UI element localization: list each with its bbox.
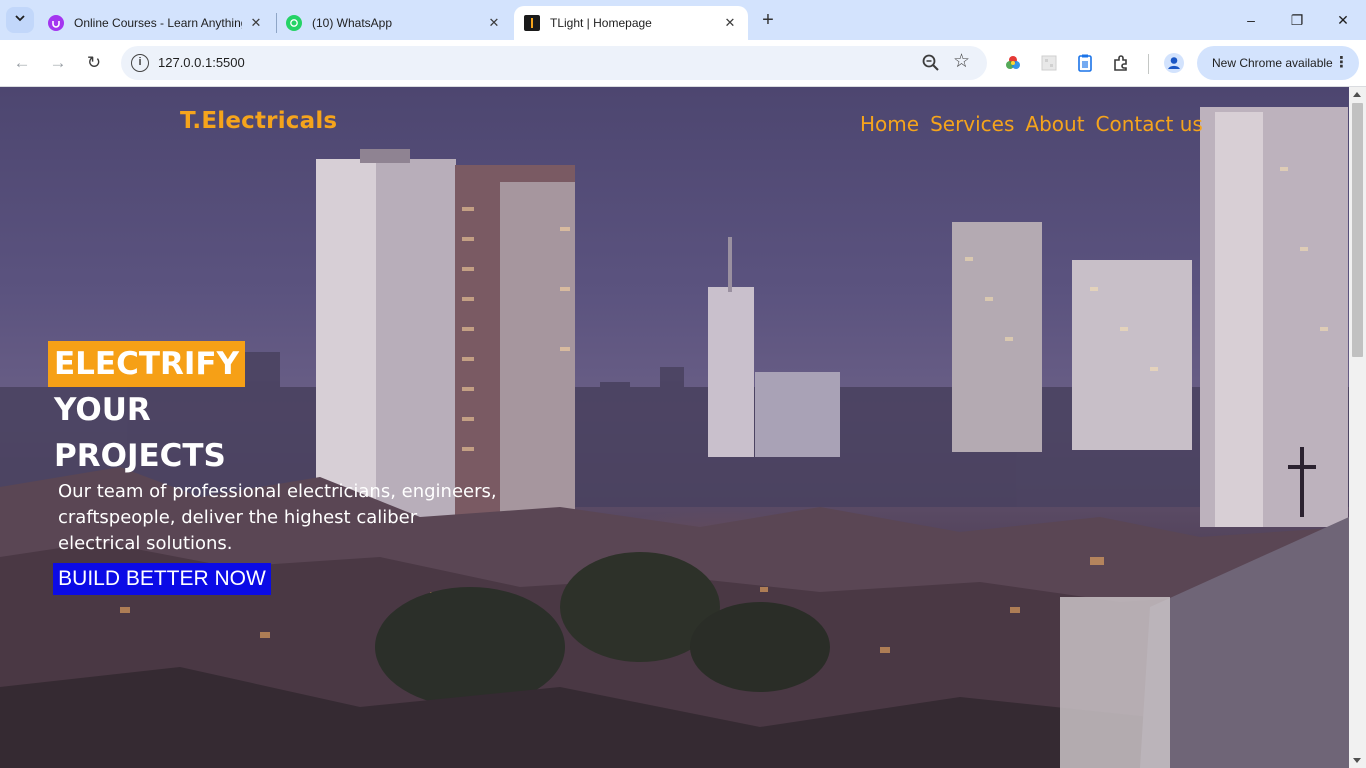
hero-heading-line-3: PROJECTS [54, 438, 226, 474]
main-nav: Home Services About Contact us [860, 112, 1203, 136]
page-scrollbar[interactable] [1349, 87, 1366, 768]
update-label: New Chrome available [1212, 56, 1333, 70]
back-button[interactable]: ← [8, 49, 36, 77]
tab-tlight-homepage[interactable]: TLight | Homepage ✕ [514, 6, 748, 40]
tab-online-courses[interactable]: Online Courses - Learn Anything ✕ [38, 6, 274, 40]
clipboard-extension-icon[interactable] [1074, 52, 1096, 74]
reload-button[interactable]: ↻ [80, 49, 108, 77]
hero-heading-line-2: YOUR [54, 392, 151, 428]
tab-title: Online Courses - Learn Anything [74, 16, 242, 30]
tab-title: TLight | Homepage [550, 16, 652, 30]
site-icon [524, 15, 540, 31]
browser-toolbar: ← → ↻ i 127.0.0.1:5500 ☆ New Chrome avai… [0, 40, 1366, 87]
city-skyline-background [0, 107, 1349, 768]
chrome-update-button[interactable]: New Chrome available ⋮ [1197, 46, 1359, 80]
scroll-up-arrow-icon[interactable] [1353, 92, 1361, 97]
nav-link-about[interactable]: About [1025, 112, 1084, 136]
udemy-icon [48, 15, 64, 31]
minimize-button[interactable]: – [1228, 0, 1274, 40]
scrollbar-thumb[interactable] [1352, 103, 1363, 357]
hero-description: Our team of professional electricians, e… [58, 481, 497, 554]
chevron-down-icon [14, 11, 26, 29]
restore-button[interactable]: ❐ [1274, 0, 1320, 40]
nav-link-home[interactable]: Home [860, 112, 919, 136]
build-better-now-button[interactable]: BUILD BETTER NOW [53, 563, 271, 595]
grid-extension-icon[interactable] [1038, 52, 1060, 74]
new-tab-button[interactable]: + [756, 8, 780, 32]
hero-heading-line-1: ELECTRIFY [48, 341, 246, 387]
nav-link-services[interactable]: Services [930, 112, 1014, 136]
tab-title: (10) WhatsApp [312, 16, 393, 30]
url-text[interactable]: 127.0.0.1:5500 [158, 55, 245, 70]
forward-button[interactable]: → [44, 49, 72, 77]
color-extension-icon[interactable] [1002, 52, 1024, 74]
extensions-puzzle-icon[interactable] [1110, 52, 1132, 74]
close-tab-icon[interactable]: ✕ [486, 15, 502, 31]
address-bar[interactable]: i 127.0.0.1:5500 ☆ [121, 46, 987, 80]
toolbar-divider [1148, 54, 1149, 74]
close-window-button[interactable]: ✕ [1320, 0, 1366, 40]
scroll-down-arrow-icon[interactable] [1353, 758, 1361, 763]
nav-link-contact[interactable]: Contact us [1096, 112, 1203, 136]
tab-search-button[interactable] [6, 7, 34, 33]
zoom-icon[interactable] [920, 52, 942, 74]
tab-strip: Online Courses - Learn Anything ✕ (10) W… [0, 0, 1366, 40]
menu-dots-icon[interactable]: ⋮ [1334, 53, 1349, 71]
tab-whatsapp[interactable]: (10) WhatsApp ✕ [276, 6, 512, 40]
profile-avatar-icon[interactable] [1163, 52, 1185, 74]
site-logo[interactable]: T.Electricals [180, 108, 337, 134]
page-viewport: T.Electricals Home Services About Contac… [0, 87, 1349, 768]
close-tab-icon[interactable]: ✕ [248, 15, 264, 31]
site-info-icon[interactable]: i [131, 54, 149, 72]
bookmark-star-icon[interactable]: ☆ [953, 50, 970, 73]
whatsapp-icon [286, 15, 302, 31]
close-tab-icon[interactable]: ✕ [722, 15, 738, 31]
